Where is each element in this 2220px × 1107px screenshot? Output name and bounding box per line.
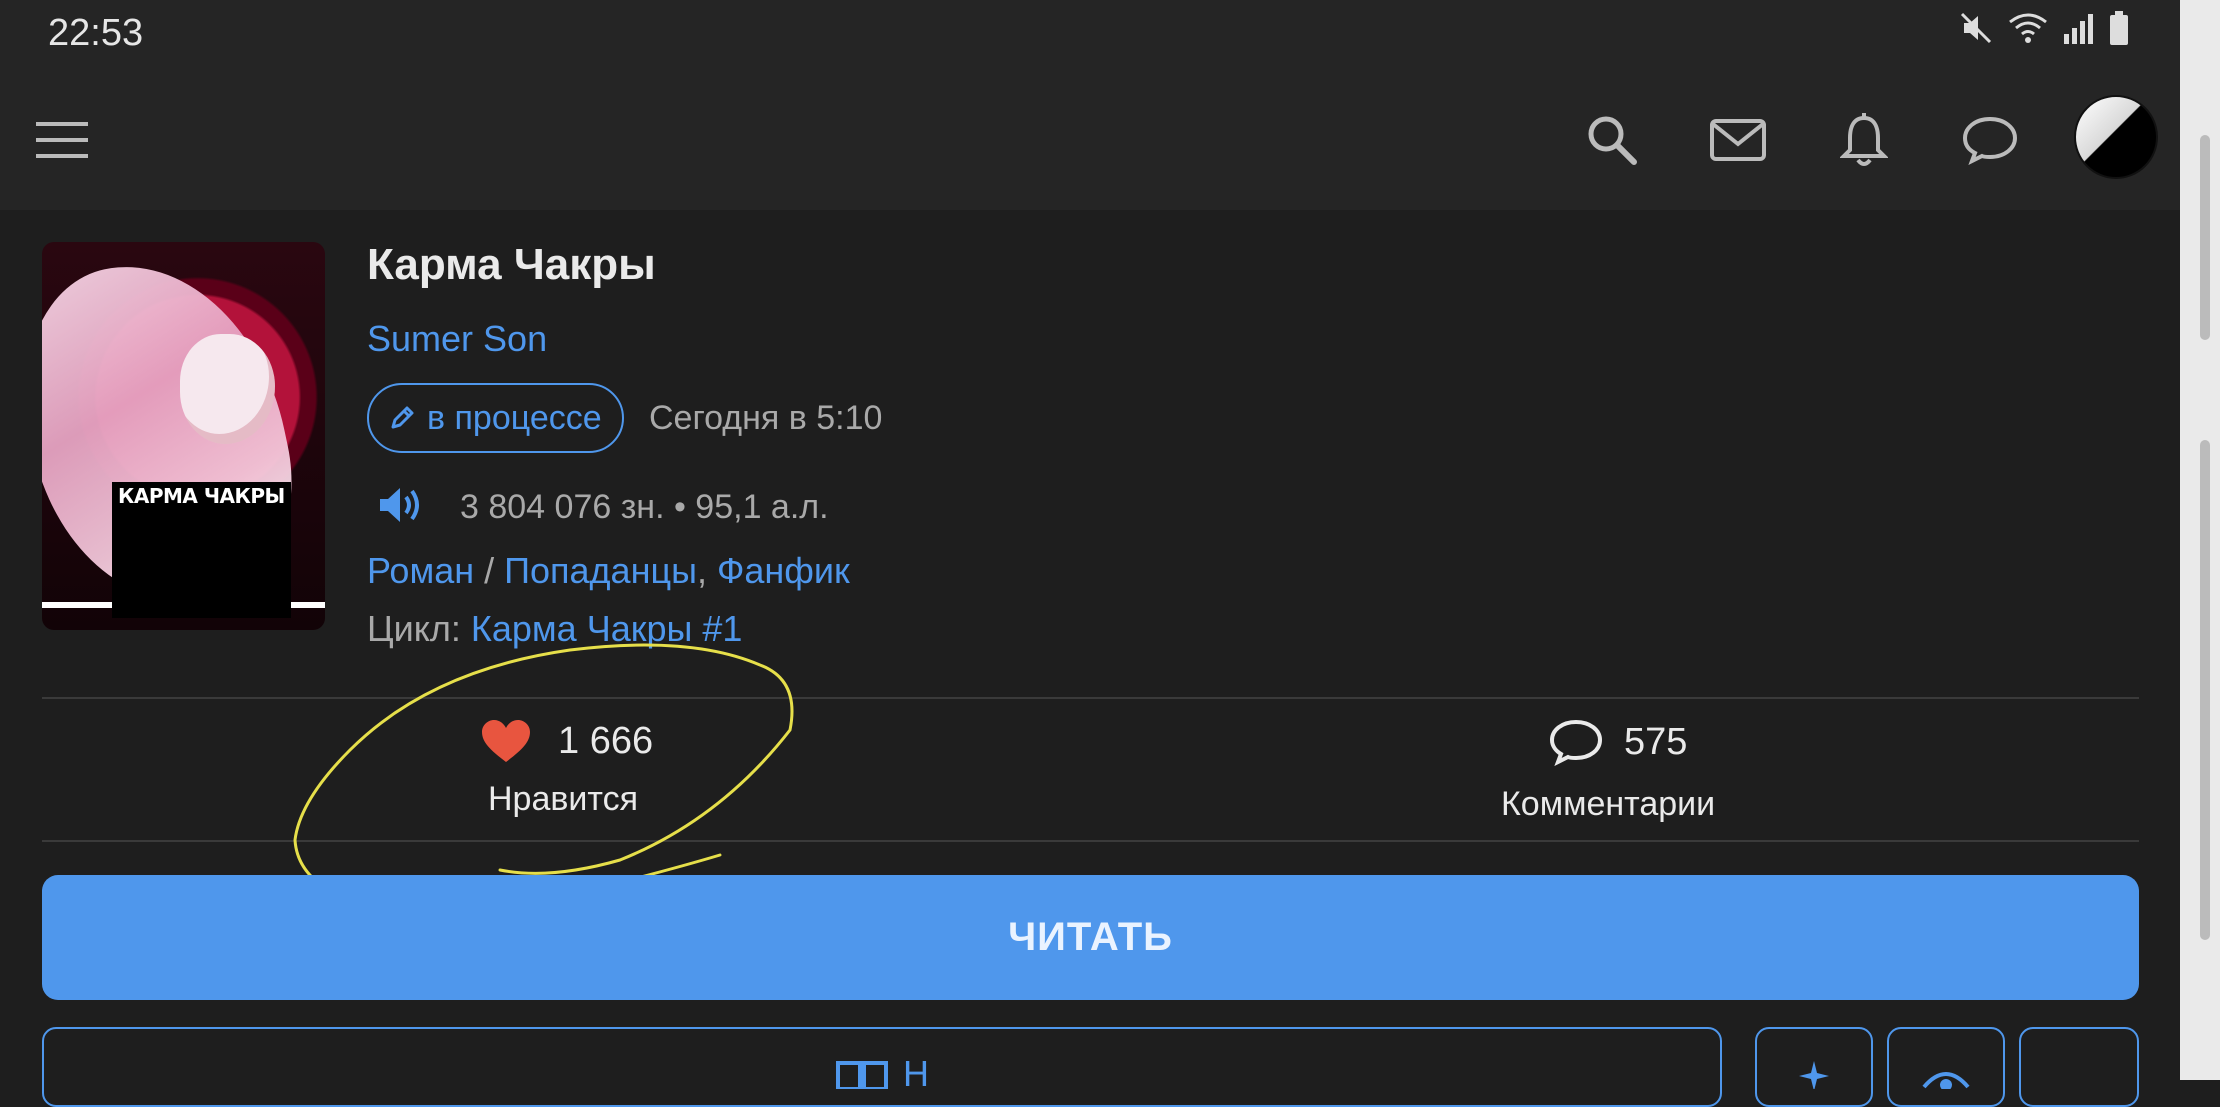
likes-button[interactable]: 1 666 <box>480 718 653 764</box>
search-icon[interactable] <box>1580 108 1644 172</box>
likes-count: 1 666 <box>558 719 654 762</box>
cover-title-logo: КАРМА ЧАКРЫ <box>112 482 291 618</box>
system-icons <box>1958 10 2130 51</box>
genres-row: Роман / Попаданцы, Фанфик <box>367 550 850 592</box>
likes-label: Нравится <box>488 780 639 818</box>
cycle-row: Цикл: Карма Чакры #1 <box>367 608 742 650</box>
status-bar: 22:53 <box>0 0 2180 70</box>
genre-link-1[interactable]: Попаданцы <box>504 550 697 591</box>
genre-comma: , <box>696 550 717 591</box>
comment-icon <box>1549 719 1603 766</box>
read-button[interactable]: ЧИТАТЬ <box>42 875 2139 1000</box>
genre-link-2[interactable]: Фанфик <box>717 550 850 591</box>
scrollbar-thumb-lower[interactable] <box>2200 440 2210 940</box>
app-header <box>0 70 2180 210</box>
book-open-icon <box>836 1061 888 1089</box>
comments-button[interactable]: 575 <box>1548 718 1687 766</box>
bell-icon[interactable] <box>1832 108 1896 172</box>
add-to-library-label: Н <box>903 1053 929 1094</box>
sparkle-icon <box>1799 1061 1829 1089</box>
scrollbar-thumb-upper[interactable] <box>2200 135 2210 340</box>
genre-main-link[interactable]: Роман <box>367 550 474 591</box>
user-avatar[interactable] <box>2074 95 2158 179</box>
size-row: 3 804 076 зн. • 95,1 а.л. <box>378 485 829 530</box>
author-link[interactable]: Sumer Son <box>367 318 547 360</box>
watch-button[interactable] <box>1887 1027 2005 1107</box>
pencil-icon <box>391 406 414 429</box>
cycle-link[interactable]: Карма Чакры #1 <box>471 608 743 649</box>
comments-count: 575 <box>1624 720 1688 763</box>
add-to-library-button[interactable]: Н <box>42 1027 1722 1107</box>
divider-bottom <box>42 840 2139 842</box>
divider-top <box>42 697 2139 699</box>
mail-icon[interactable] <box>1706 108 1770 172</box>
battery-icon <box>2108 10 2130 51</box>
status-label: в процессе <box>427 398 602 437</box>
book-title: Карма Чакры <box>367 240 656 289</box>
book-size: 3 804 076 зн. • 95,1 а.л. <box>460 488 829 526</box>
hamburger-menu-icon[interactable] <box>36 116 90 164</box>
scrollbar-track[interactable] <box>2180 0 2220 1080</box>
updated-time: Сегодня в 5:10 <box>649 399 883 437</box>
book-cover[interactable]: КАРМА ЧАКРЫ <box>42 242 325 630</box>
heart-icon <box>482 720 530 762</box>
comments-label: Комментарии <box>1501 785 1716 823</box>
eye-icon <box>1922 1072 1970 1089</box>
mute-icon <box>1958 10 1994 51</box>
book-page: 22:53 КАРМА ЧАКРЫ Карма Чакры Sumer Son … <box>0 0 2180 1107</box>
status-time: 22:53 <box>48 12 144 54</box>
status-badge: в процессе <box>367 383 624 453</box>
sparkle-button[interactable] <box>1755 1027 1873 1107</box>
wifi-icon <box>2006 10 2050 51</box>
more-button[interactable] <box>2019 1027 2139 1107</box>
chat-bubble-icon[interactable] <box>1958 108 2022 172</box>
cycle-label: Цикл: <box>367 608 471 649</box>
signal-icon <box>2062 10 2096 51</box>
genre-separator: / <box>474 550 505 591</box>
speaker-icon[interactable] <box>378 485 424 530</box>
